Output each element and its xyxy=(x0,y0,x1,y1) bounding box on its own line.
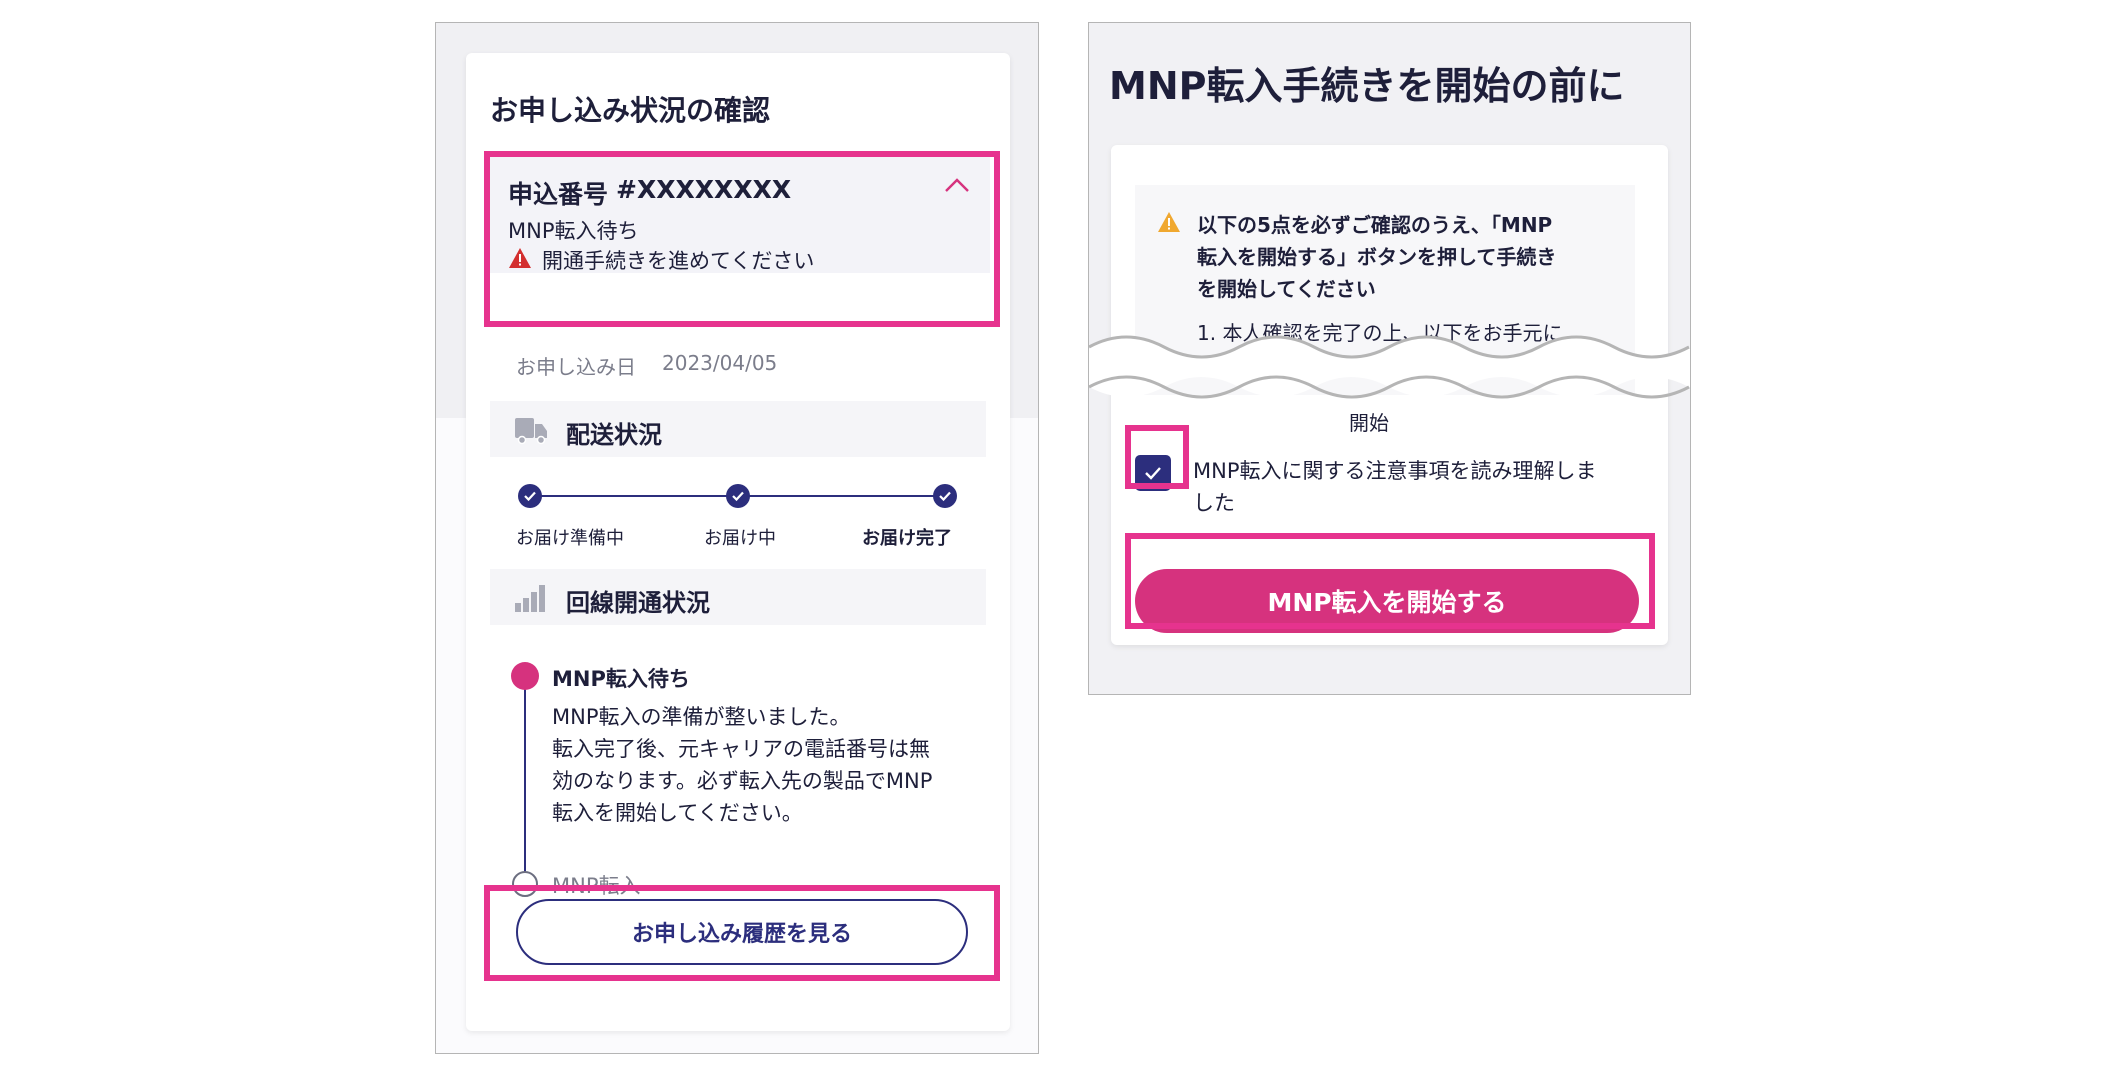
current-step-desc-1: MNP転入の準備が整いました。 xyxy=(552,705,851,729)
delivery-step-3-label: お届け完了 xyxy=(862,528,952,549)
current-step-title: MNP転入待ち xyxy=(552,667,690,691)
page-title: お申し込み状況の確認 xyxy=(490,94,771,127)
delivery-step-1-label: お届け準備中 xyxy=(516,528,624,549)
current-step-desc-2: 転入完了後、元キャリアの電話番号は無 xyxy=(552,737,930,761)
delivery-step-2-label: お届け中 xyxy=(704,528,776,549)
line-timeline-connector xyxy=(524,675,526,885)
highlight-application-summary xyxy=(484,151,1000,327)
delivery-step-1-check-icon xyxy=(518,484,542,508)
highlight-agreement-checkbox xyxy=(1125,425,1189,489)
current-step-dot xyxy=(511,662,539,690)
torn-cut-divider xyxy=(1089,335,1690,399)
delivery-section-header: 配送状況 xyxy=(490,401,986,457)
mnp-start-title: MNP転入手続きを開始の前に xyxy=(1109,64,1625,108)
agreement-label-line-2[interactable]: した xyxy=(1193,487,1235,517)
mnp-start-panel: MNP転入手続きを開始の前に 以下の5点を必ずご確認のうえ、「MNP 転入を開始… xyxy=(1088,22,1691,695)
notice-cut-text-after: 開始 xyxy=(1349,411,1389,435)
notice-line-2: 転入を開始する」ボタンを押して手続き xyxy=(1197,245,1557,269)
delivery-section-title: 配送状況 xyxy=(566,421,662,449)
signal-bars-icon xyxy=(514,583,548,617)
warning-icon xyxy=(1157,211,1181,237)
current-step-desc-3: 効のなります。必ず転入先の製品でMNP xyxy=(552,769,933,793)
delivery-step-2-check-icon xyxy=(726,484,750,508)
highlight-history-button xyxy=(484,885,1000,981)
truck-icon xyxy=(514,415,548,449)
notice-line-3: を開始してください xyxy=(1197,277,1376,301)
applied-date: 2023/04/05 xyxy=(662,351,778,375)
delivery-step-3-check-icon xyxy=(933,484,957,508)
application-status-panel: お申し込み状況の確認 申込番号 #XXXXXXXX MNP転入待ち 開通手続きを… xyxy=(435,22,1039,1054)
highlight-start-button xyxy=(1125,533,1655,629)
notice-line-1: 以下の5点を必ずご確認のうえ、「MNP xyxy=(1197,213,1553,237)
agreement-label-line-1[interactable]: MNP転入に関する注意事項を読み理解しま xyxy=(1193,455,1597,485)
applied-date-label: お申し込み日 xyxy=(516,355,636,379)
line-section-header: 回線開通状況 xyxy=(490,569,986,625)
current-step-desc-4: 転入を開始してください。 xyxy=(552,801,803,825)
line-section-title: 回線開通状況 xyxy=(566,589,710,617)
